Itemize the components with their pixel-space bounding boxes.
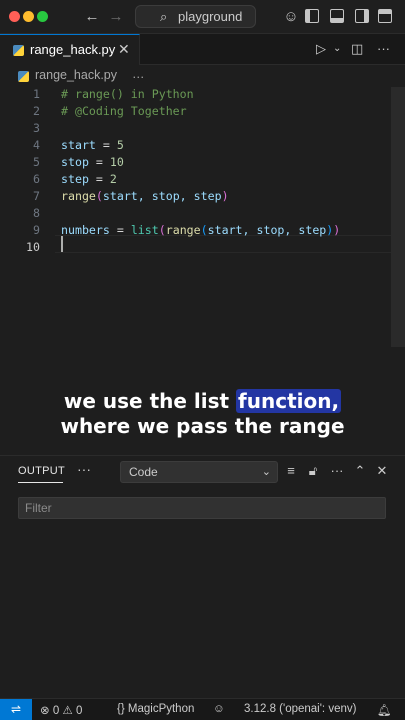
line-number: 8 xyxy=(33,206,40,220)
tab-title: range_hack.py xyxy=(30,42,116,57)
breadcrumb-file[interactable]: range_hack.py xyxy=(35,68,117,82)
run-python-file-icon[interactable]: ▷ xyxy=(316,41,326,57)
subtitle-line-2: where we pass the range xyxy=(60,414,345,438)
code-line-7: range(start, stop, step) xyxy=(61,189,229,203)
warning-count: 0 xyxy=(75,705,83,717)
braces-icon: {} xyxy=(117,703,125,715)
code-builtin: list xyxy=(130,223,159,237)
subtitle-text: we use the list xyxy=(63,389,237,413)
code-line-6: step = 2 xyxy=(61,172,117,186)
code-variable: start xyxy=(61,138,96,152)
copilot-status-icon[interactable]: ☺ xyxy=(213,703,225,715)
tab-output[interactable]: OUTPUT xyxy=(18,465,65,477)
line-number: 2 xyxy=(33,104,40,118)
python-interpreter[interactable]: 3.12.8 ('openai': venv) xyxy=(244,703,356,715)
current-line-highlight xyxy=(55,235,391,253)
line-number: 5 xyxy=(33,155,40,169)
command-center-search[interactable]: ⌕ playground xyxy=(135,5,256,28)
close-tab-icon[interactable]: ✕ xyxy=(118,41,130,58)
code-number: 5 xyxy=(116,138,124,152)
output-filter-input[interactable]: Filter xyxy=(18,497,386,519)
search-icon: ⌕ xyxy=(160,9,168,24)
code-variable: numbers xyxy=(61,223,110,237)
title-bar: ← → ⌕ playground ☺ xyxy=(0,0,405,34)
code-function: range xyxy=(61,189,96,203)
clear-output-icon[interactable]: ≡ xyxy=(283,463,299,478)
python-file-icon xyxy=(13,45,24,56)
line-number: 7 xyxy=(33,189,40,203)
notifications-bell-icon[interactable]: 🔔︎ xyxy=(377,703,392,717)
forward-arrow-icon[interactable]: → xyxy=(106,7,126,27)
back-arrow-icon[interactable]: ← xyxy=(82,7,102,27)
output-channel-select[interactable]: Code ⌄ xyxy=(120,461,278,483)
close-panel-icon[interactable]: ✕ xyxy=(374,463,390,479)
panel-more-icon[interactable]: ··· xyxy=(77,461,91,477)
minimize-window-button[interactable] xyxy=(23,11,34,22)
customize-layout-icon[interactable] xyxy=(378,9,392,23)
warning-icon: ⚠ xyxy=(62,705,73,717)
status-bar: ⇌ ⊗ 0 ⚠ 0 {} MagicPython ☺ 3.12.8 ('open… xyxy=(0,698,405,720)
code-paren: ) xyxy=(333,223,341,237)
maximize-panel-icon[interactable]: ⌃ xyxy=(352,463,368,479)
code-paren: ( xyxy=(158,223,166,237)
editor-tab-range-hack[interactable]: range_hack.py ✕ xyxy=(0,34,140,65)
subtitle-highlight: function, xyxy=(236,389,342,413)
code-paren: ) xyxy=(221,189,229,203)
code-line-2: # @Coding Together xyxy=(61,104,187,118)
panel-header: OUTPUT ··· Code ⌄ ≡ 🔓︎ ··· ⌃ ✕ xyxy=(0,455,405,487)
language-server-label: MagicPython xyxy=(127,703,195,715)
code-line-4: start = 5 xyxy=(61,138,124,152)
code-operator: = xyxy=(95,138,117,152)
active-tab-indicator xyxy=(18,482,63,483)
close-window-button[interactable] xyxy=(9,11,20,22)
toggle-panel-icon[interactable] xyxy=(330,9,344,23)
maximize-window-button[interactable] xyxy=(37,11,48,22)
code-arguments: start, stop, step xyxy=(207,223,327,237)
code-operator: = xyxy=(88,155,110,169)
copilot-icon[interactable]: ☺ xyxy=(281,7,301,27)
code-number: 2 xyxy=(109,172,117,186)
remote-indicator-icon[interactable]: ⇌ xyxy=(0,699,32,720)
split-editor-icon[interactable]: ◫ xyxy=(351,41,363,57)
code-line-9: numbers = list(range(start, stop, step)) xyxy=(61,223,340,237)
breadcrumb-more[interactable]: … xyxy=(132,67,145,81)
line-number: 6 xyxy=(33,172,40,186)
more-actions-icon[interactable]: ··· xyxy=(377,41,390,56)
code-function: range xyxy=(165,223,201,237)
code-line-1: # range() in Python xyxy=(61,87,194,101)
language-status[interactable]: {} MagicPython xyxy=(117,703,194,715)
error-icon: ⊗ xyxy=(40,705,50,717)
code-operator: = xyxy=(109,223,131,237)
toggle-primary-sidebar-icon[interactable] xyxy=(305,9,319,23)
breadcrumb: range_hack.py … xyxy=(0,65,405,87)
run-options-chevron-icon[interactable]: ⌄ xyxy=(333,43,341,54)
search-text: playground xyxy=(178,9,243,24)
problems-indicator[interactable]: ⊗ 0 ⚠ 0 xyxy=(40,703,82,717)
output-channel-value: Code xyxy=(129,465,158,479)
code-operator: = xyxy=(88,172,110,186)
lock-scroll-icon[interactable]: 🔓︎ xyxy=(305,463,321,479)
code-paren: ( xyxy=(200,223,208,237)
line-number-active: 10 xyxy=(26,240,40,254)
code-variable: step xyxy=(61,172,89,186)
code-variable: stop xyxy=(61,155,89,169)
code-arguments: start, stop, step xyxy=(102,189,222,203)
line-number: 3 xyxy=(33,121,40,135)
code-number: 10 xyxy=(109,155,124,169)
line-number: 4 xyxy=(33,138,40,152)
editor-vertical-scrollbar[interactable] xyxy=(391,87,405,347)
code-paren: ( xyxy=(95,189,103,203)
more-actions-icon[interactable]: ··· xyxy=(329,463,345,478)
line-number: 1 xyxy=(33,87,40,101)
chevron-down-icon: ⌄ xyxy=(261,466,271,478)
toggle-secondary-sidebar-icon[interactable] xyxy=(355,9,369,23)
python-file-icon xyxy=(18,71,29,82)
line-number: 9 xyxy=(33,223,40,237)
text-cursor xyxy=(61,236,63,252)
code-line-5: stop = 10 xyxy=(61,155,124,169)
subtitle-line-1: we use the list function, xyxy=(0,389,405,413)
error-count: 0 xyxy=(52,705,60,717)
editor-tab-bar: range_hack.py ✕ ▷ ⌄ ◫ ··· xyxy=(0,34,405,65)
